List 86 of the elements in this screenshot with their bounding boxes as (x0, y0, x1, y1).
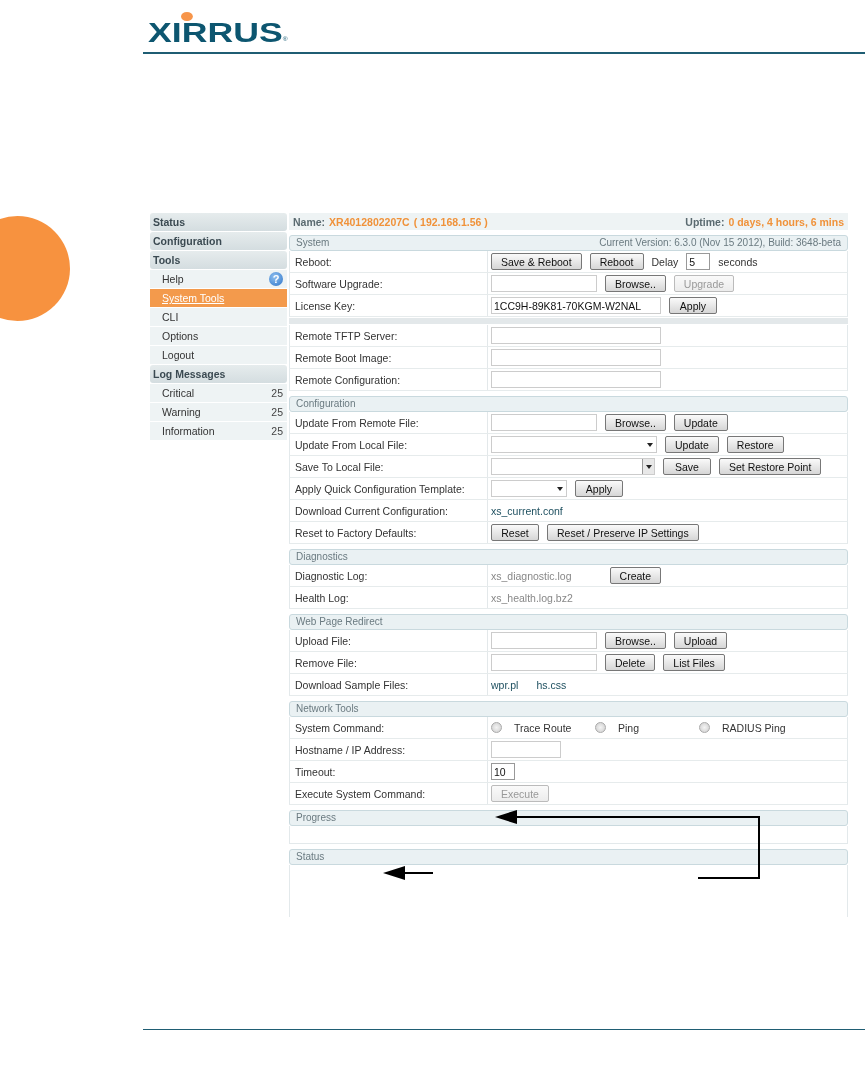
form-button[interactable]: Delete (605, 654, 656, 671)
form-button[interactable]: Save & Reboot (491, 253, 582, 270)
field-label: Download Current Configuration: (295, 504, 448, 517)
section-header: Progress (289, 810, 848, 826)
form-button[interactable]: Update (665, 436, 719, 453)
radio-button[interactable] (491, 722, 502, 733)
form-button[interactable]: Update (673, 414, 728, 431)
text-field[interactable] (491, 275, 597, 292)
dropdown[interactable] (491, 458, 655, 475)
radio-label[interactable]: Trace Route (514, 721, 572, 734)
field-label: Remote TFTP Server: (295, 329, 398, 342)
form-button[interactable]: Reset / Preserve IP Settings (547, 524, 699, 541)
field-text: seconds (718, 255, 758, 268)
field-label: System Command: (295, 721, 385, 734)
dropdown[interactable] (491, 436, 657, 453)
field-label: Health Log: (295, 591, 349, 604)
form-button[interactable]: Set Restore Point (719, 458, 822, 475)
form-button[interactable]: Reboot (589, 253, 644, 270)
form-button[interactable]: Apply (669, 297, 717, 314)
field-label: Update From Local File: (295, 438, 408, 451)
section-header: Configuration (289, 396, 848, 412)
field-label: Download Sample Files: (295, 678, 409, 691)
field-label: Apply Quick Configuration Template: (295, 482, 465, 495)
arrow (383, 866, 434, 880)
field-label: Update From Remote File: (295, 416, 419, 429)
section-header: Diagnostics (289, 549, 848, 565)
field-label: Remote Configuration: (295, 373, 401, 386)
text-field[interactable] (491, 654, 597, 671)
form-button[interactable]: Browse.. (605, 414, 666, 431)
section-header: System Current Version: 6.3.0 (Nov 15 2012), Build: 3648-beta (289, 235, 848, 251)
form-button[interactable]: Reset (491, 524, 539, 541)
field-label: Reset to Factory Defaults: (295, 526, 417, 539)
sidebar-item[interactable]: Information 25 (150, 422, 287, 441)
section-header: Network Tools (289, 701, 848, 717)
file-link[interactable]: xs_current.conf (491, 504, 563, 517)
sidebar-item[interactable]: Options (150, 327, 287, 346)
sidebar-item[interactable]: Warning 25 (150, 403, 287, 422)
field-label: Execute System Command: (295, 787, 426, 800)
field-label: Upload File: (295, 634, 352, 647)
form-button[interactable]: Upload (673, 632, 728, 649)
text-field[interactable] (491, 632, 597, 649)
form-button[interactable]: Restore (726, 436, 784, 453)
form-button[interactable]: Save (663, 458, 711, 475)
form-button[interactable]: List Files (663, 654, 725, 671)
text-field[interactable] (491, 741, 561, 758)
text-field[interactable]: 1CC9H-89K81-70KGM-W2NAL (491, 297, 661, 314)
sidebar-item[interactable]: CLI (150, 308, 287, 327)
text-field[interactable]: 5 (686, 253, 711, 270)
field-label: Software Upgrade: (295, 277, 383, 290)
field-label: Remote Boot Image: (295, 351, 392, 364)
form-button[interactable]: Browse.. (605, 632, 666, 649)
radio-label[interactable]: RADIUS Ping (722, 721, 786, 734)
sidebar-header[interactable]: Log Messages (150, 365, 287, 383)
field-label: License Key: (295, 299, 356, 312)
file-name: xs_health.log.bz2 (491, 591, 573, 604)
device-info-bar: Name: XR4012802207C ( 192.168.1.56 ) Uptime: 0 days, 4 hours, 6 mins (289, 213, 848, 230)
file-link[interactable]: hs.css (536, 678, 567, 691)
field-label: Remove File: (295, 656, 357, 669)
section-header: Status (289, 849, 848, 865)
text-field[interactable] (491, 414, 597, 431)
sidebar-item[interactable]: Critical 25 (150, 384, 287, 403)
sidebar-header[interactable]: Configuration (150, 232, 287, 250)
text-field[interactable] (491, 349, 661, 366)
sidebar-header[interactable]: Status (150, 213, 287, 231)
dropdown[interactable] (491, 480, 567, 497)
field-label: Timeout: (295, 765, 336, 778)
file-name: xs_diagnostic.log (491, 569, 572, 582)
radio-button[interactable] (595, 722, 606, 733)
field-label: Reboot: (295, 255, 332, 268)
field-label: Hostname / IP Address: (295, 743, 406, 756)
form-button[interactable]: Apply (575, 480, 623, 497)
sidebar-item[interactable]: Logout (150, 346, 287, 365)
file-link[interactable]: wpr.pl (491, 678, 519, 691)
section-header: Web Page Redirect (289, 614, 848, 630)
radio-label[interactable]: Ping (618, 721, 639, 734)
text-field[interactable] (491, 371, 661, 388)
field-label: Diagnostic Log: (295, 569, 368, 582)
text-field[interactable] (491, 327, 661, 344)
form-button[interactable]: Create (609, 567, 662, 584)
text-field[interactable]: 10 (491, 763, 515, 780)
sidebar-item[interactable]: Help ? (150, 270, 287, 289)
radio-button[interactable] (699, 722, 710, 733)
sidebar-header[interactable]: Tools (150, 251, 287, 269)
field-label: Save To Local File: (295, 460, 384, 473)
form-button[interactable]: Browse.. (605, 275, 666, 292)
field-text: Delay (651, 255, 679, 268)
